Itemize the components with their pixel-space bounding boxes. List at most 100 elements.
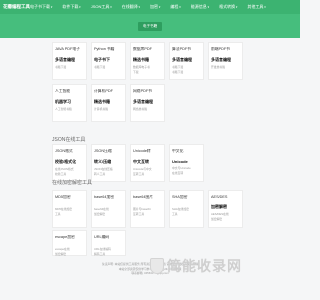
tool-card[interactable]: JAVA PDF电子 多语言编程 书籍下载 bbox=[52, 42, 87, 80]
card-desc: URL在线编码 bbox=[94, 246, 111, 251]
card-desc: 数据库电子书 bbox=[133, 64, 150, 69]
card-title: SHA加密 bbox=[172, 195, 188, 199]
card-subtitle: 精选书籍 bbox=[94, 99, 110, 104]
card-desc: 互转工具 bbox=[133, 172, 145, 176]
card-title: JSON格式 bbox=[55, 149, 73, 153]
tool-card[interactable]: JSON格式 校验/格式化 在线JSON格式 校验工具 bbox=[52, 144, 87, 182]
card-desc: 人工智能书籍 bbox=[55, 106, 72, 111]
card-subtitle: 转义/压缩 bbox=[94, 159, 112, 164]
tool-card[interactable]: AES/DES 加密解密 AES/DES在线 加密解密 bbox=[208, 190, 243, 228]
card-desc: 书籍下载 bbox=[172, 70, 184, 74]
card-desc: MD5在线加密 bbox=[55, 206, 73, 211]
card-title: 网络PDF书 bbox=[133, 89, 152, 93]
shield-icon bbox=[150, 258, 164, 274]
card-desc: 书籍下载 bbox=[94, 64, 106, 69]
chevron-down-icon: ▾ bbox=[158, 5, 161, 9]
card-subtitle: 精选书籍 bbox=[133, 57, 149, 62]
card-subtitle: 多语言编程 bbox=[172, 57, 192, 62]
card-subtitle: 电子书下 bbox=[94, 57, 110, 62]
main-nav: 电子书下载 ▾ 软件下载 ▾ JSON工具 ▾ 在线翻译 ▾ 加密 ▾ 编程 ▾… bbox=[30, 4, 276, 10]
card-desc: 加密解密 bbox=[55, 252, 67, 256]
section-title-encrypt: 在线加密解密工具 bbox=[52, 180, 93, 186]
card-subtitle: 机器学习 bbox=[55, 99, 71, 104]
card-desc: 互转工具 bbox=[133, 212, 145, 216]
tool-card[interactable]: Unicode转 中文互转 Unicode与中文 互转工具 bbox=[130, 144, 165, 182]
tool-card[interactable]: 人工智能 机器学习 人工智能书籍 bbox=[52, 84, 87, 122]
chevron-down-icon: ▾ bbox=[178, 5, 181, 9]
nav-label: 格式转换 bbox=[219, 4, 236, 9]
chevron-down-icon: ▾ bbox=[109, 5, 112, 9]
tool-card[interactable]: SHA加密 SHA在线加密 工具 bbox=[169, 190, 204, 228]
nav-label: 软件下载 bbox=[62, 4, 79, 9]
card-desc: escape在线 bbox=[55, 246, 70, 251]
nav-item-convert[interactable]: 格式转换 ▾ bbox=[219, 4, 237, 10]
tool-card[interactable]: Python 书籍 电子书下 书籍下载 bbox=[91, 42, 126, 80]
card-title: 中文化 bbox=[172, 149, 184, 153]
card-desc: 书籍下载 bbox=[172, 64, 184, 69]
card-title: base64图片 bbox=[133, 195, 154, 199]
nav-item-encrypt[interactable]: 加密 ▾ bbox=[150, 4, 160, 10]
card-desc: 下载 bbox=[133, 70, 139, 74]
card-desc: 计算机书籍 bbox=[94, 106, 108, 111]
nav-item-code[interactable]: 编程 ▾ bbox=[170, 4, 180, 10]
card-title: JAVA PDF电子 bbox=[55, 47, 80, 51]
nav-item-other[interactable]: 其他工具 ▾ bbox=[247, 4, 265, 10]
nav-label: JSON工具 bbox=[90, 4, 110, 9]
card-desc: 图片与base64 bbox=[133, 206, 151, 211]
site-logo[interactable]: 花瓣编程工具箱 bbox=[3, 4, 30, 10]
card-desc: 工具 bbox=[172, 212, 178, 216]
nav-item-ebooks[interactable]: 电子书下载 ▾ bbox=[30, 4, 52, 10]
card-desc: JSON在线压缩 bbox=[94, 166, 113, 171]
card-desc: 书籍下载 bbox=[55, 64, 67, 69]
card-desc: 工具 bbox=[55, 212, 61, 216]
nav-item-energy[interactable]: 能源信息 ▾ bbox=[191, 4, 209, 10]
watermark-text: 简能收录网 bbox=[167, 258, 242, 274]
tool-card[interactable]: 网络PDF书 多语言编程 网络类书籍 bbox=[130, 84, 165, 122]
card-subtitle: 校验/格式化 bbox=[55, 159, 77, 164]
card-title: MD5加密 bbox=[55, 195, 71, 199]
card-title: 数据库PDF bbox=[133, 47, 152, 51]
watermark: 简能收录网 bbox=[150, 256, 242, 276]
card-desc: 网络类书籍 bbox=[133, 106, 147, 111]
tool-card[interactable]: 前端PDF书 多语言编程 开发类书籍 bbox=[208, 42, 243, 80]
category-badge[interactable]: 电子书籍 bbox=[137, 21, 163, 31]
tool-card[interactable]: base64加密 base64在线 加密解密 bbox=[91, 190, 126, 228]
card-desc: AES/DES在线 bbox=[211, 211, 229, 216]
card-subtitle: 多语言编程 bbox=[211, 57, 231, 62]
tool-card[interactable]: JSON压缩 转义/压缩 JSON在线压缩 转义工具 bbox=[91, 144, 126, 182]
chevron-down-icon: ▾ bbox=[263, 5, 266, 9]
tool-card[interactable]: URL编码 URL在线编码 解码工具 bbox=[91, 230, 126, 256]
card-desc: 中文与Unicode bbox=[172, 165, 191, 170]
tool-card[interactable]: 计算机PDF 精选书籍 计算机书籍 bbox=[91, 84, 126, 122]
nav-item-translate[interactable]: 在线翻译 ▾ bbox=[122, 4, 140, 10]
nav-item-software[interactable]: 软件下载 ▾ bbox=[62, 4, 80, 10]
tool-card[interactable]: 中文化 Unicode 中文与Unicode 在线互转 bbox=[169, 144, 204, 182]
card-title: 人工智能 bbox=[55, 89, 71, 93]
top-navbar: 花瓣编程工具箱 电子书下载 ▾ 软件下载 ▾ JSON工具 ▾ 在线翻译 ▾ 加… bbox=[0, 0, 300, 14]
nav-label: 加密 bbox=[150, 4, 159, 9]
nav-item-json[interactable]: JSON工具 ▾ bbox=[91, 4, 112, 10]
category-banner: 电子书籍 bbox=[0, 14, 300, 38]
tool-card[interactable]: 数据库PDF 精选书籍 数据库电子书 下载 bbox=[130, 42, 165, 80]
section-title-json: JSON在线工具 bbox=[52, 137, 86, 143]
tool-card[interactable]: base64图片 图片与base64 互转工具 bbox=[130, 190, 165, 228]
chevron-down-icon: ▾ bbox=[137, 5, 141, 9]
nav-label: 电子书下载 bbox=[30, 4, 50, 9]
card-title: Python 书籍 bbox=[94, 47, 115, 51]
chevron-down-icon: ▾ bbox=[206, 5, 210, 9]
card-title: URL编码 bbox=[94, 235, 110, 239]
card-desc: 解码工具 bbox=[94, 252, 106, 256]
tool-card[interactable]: MD5加密 MD5在线加密 工具 bbox=[52, 190, 87, 228]
chevron-down-icon: ▾ bbox=[50, 5, 53, 9]
card-title: Unicode转 bbox=[133, 149, 151, 153]
card-title: escape加密 bbox=[55, 235, 75, 239]
card-title: 计算机PDF bbox=[94, 89, 113, 93]
card-desc: base64在线 bbox=[94, 206, 109, 211]
card-desc: 开发类书籍 bbox=[211, 64, 225, 69]
card-subtitle: 加密解密 bbox=[211, 204, 227, 209]
card-subtitle: 多语言编程 bbox=[133, 99, 153, 104]
tool-card[interactable]: 算法PDF书 多语言编程 书籍下载 书籍下载 bbox=[169, 42, 204, 80]
card-title: 前端PDF书 bbox=[211, 47, 230, 51]
nav-label: 在线翻译 bbox=[121, 4, 138, 9]
tool-card[interactable]: escape加密 escape在线 加密解密 bbox=[52, 230, 87, 256]
